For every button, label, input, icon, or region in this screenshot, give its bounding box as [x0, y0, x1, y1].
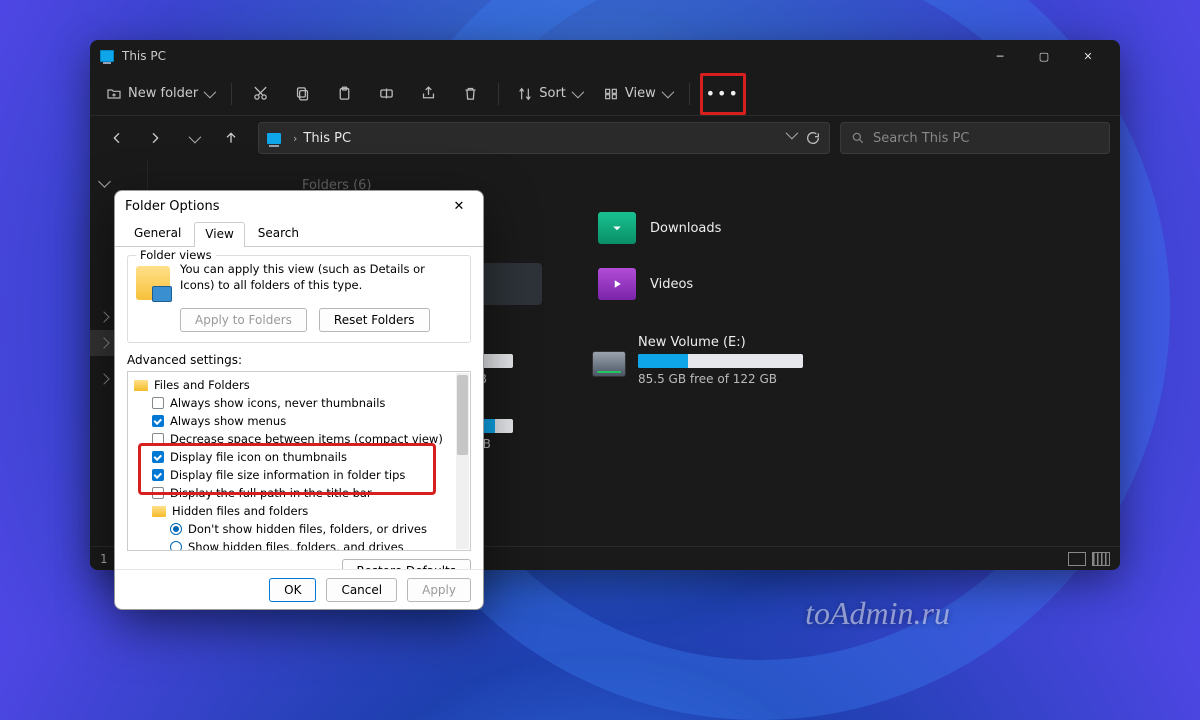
recent-button[interactable]	[176, 121, 210, 155]
reset-folders-button[interactable]: Reset Folders	[319, 308, 430, 332]
breadcrumb[interactable]: This PC	[303, 131, 351, 146]
tree-item-always-icons[interactable]: Always show icons, never thumbnails	[134, 394, 464, 412]
drive-item[interactable]: New Volume (E:) 85.5 GB free of 122 GB	[592, 335, 832, 386]
dialog-tabs: General View Search	[115, 221, 483, 247]
tree-item-always-menus[interactable]: Always show menus	[134, 412, 464, 430]
folder-icon	[152, 506, 166, 517]
restore-defaults-button[interactable]: Restore Defaults	[342, 559, 471, 569]
item-count: 1	[100, 552, 108, 566]
chevron-down-icon	[204, 86, 217, 99]
forward-button[interactable]	[138, 121, 172, 155]
view-label: View	[625, 86, 656, 101]
paste-button[interactable]	[326, 78, 362, 110]
sort-button[interactable]: Sort	[509, 78, 589, 110]
folder-options-dialog: Folder Options ✕ General View Search Fol…	[114, 190, 484, 610]
details-view-button[interactable]	[1068, 552, 1086, 566]
new-folder-button[interactable]: New folder	[98, 78, 221, 110]
minimize-button[interactable]: ─	[978, 41, 1022, 71]
search-box[interactable]: Search This PC	[840, 122, 1110, 154]
drive-usage-bar	[638, 354, 803, 368]
dialog-titlebar: Folder Options ✕	[115, 191, 483, 221]
folder-icon	[134, 380, 148, 391]
advanced-settings-tree[interactable]: Files and Folders Always show icons, nev…	[127, 371, 471, 551]
advanced-settings-label: Advanced settings:	[127, 353, 471, 367]
rename-button[interactable]	[368, 78, 404, 110]
vid-folder-icon	[598, 268, 636, 300]
this-pc-icon	[267, 133, 281, 144]
share-button[interactable]	[410, 78, 446, 110]
chevron-right-icon: ›	[293, 132, 297, 145]
cancel-button[interactable]: Cancel	[326, 578, 397, 602]
dialog-close-button[interactable]: ✕	[445, 194, 473, 218]
cut-button[interactable]	[242, 78, 278, 110]
chevron-down-icon[interactable]	[786, 127, 799, 140]
delete-button[interactable]	[452, 78, 488, 110]
folder-views-label: Folder views	[136, 248, 216, 262]
search-placeholder: Search This PC	[873, 131, 969, 146]
chevron-down-icon	[571, 86, 584, 99]
command-bar: New folder Sort View •••	[90, 72, 1120, 116]
maximize-button[interactable]: ▢	[1022, 41, 1066, 71]
tree-item-display-full-path[interactable]: Display the full path in the title bar	[134, 484, 464, 502]
folder-label: Videos	[650, 277, 693, 292]
more-highlight: •••	[700, 73, 746, 115]
new-folder-label: New folder	[128, 86, 198, 101]
tab-general[interactable]: General	[123, 221, 192, 246]
radio-dont-show-hidden[interactable]: Don't show hidden files, folders, or dri…	[134, 520, 464, 538]
folder-label: Downloads	[650, 221, 721, 236]
folder-item-dl[interactable]: Downloads	[592, 207, 832, 249]
tree-group: Files and Folders	[154, 378, 250, 392]
apply-button[interactable]: Apply	[407, 578, 471, 602]
see-more-button[interactable]: •••	[705, 78, 741, 110]
tree-item-display-size-tips[interactable]: Display file size information in folder …	[134, 466, 464, 484]
nav-row: › This PC Search This PC	[90, 116, 1120, 160]
tab-search[interactable]: Search	[247, 221, 310, 246]
sort-label: Sort	[539, 86, 566, 101]
chevron-down-icon	[661, 86, 674, 99]
back-button[interactable]	[100, 121, 134, 155]
folder-views-text: You can apply this view (such as Details…	[180, 262, 462, 293]
apply-to-folders-button[interactable]: Apply to Folders	[180, 308, 307, 332]
drive-free-text: 85.5 GB free of 122 GB	[638, 372, 832, 386]
refresh-icon[interactable]	[805, 130, 821, 146]
folder-views-group: Folder views You can apply this view (su…	[127, 255, 471, 343]
address-bar[interactable]: › This PC	[258, 122, 830, 154]
up-button[interactable]	[214, 121, 248, 155]
tab-view[interactable]: View	[194, 222, 244, 247]
search-icon	[851, 131, 865, 145]
dialog-title: Folder Options	[125, 199, 219, 214]
window-title: This PC	[122, 49, 166, 63]
folder-item-vid[interactable]: Videos	[592, 263, 832, 305]
scrollbar-thumb[interactable]	[457, 375, 468, 455]
drive-icon	[592, 351, 626, 377]
this-pc-icon	[100, 50, 114, 62]
radio-show-hidden[interactable]: Show hidden files, folders, and drives	[134, 538, 464, 551]
folder-views-icon	[136, 266, 170, 300]
tiles-view-button[interactable]	[1092, 552, 1110, 566]
scrollbar[interactable]	[456, 373, 469, 549]
drive-name: New Volume (E:)	[638, 335, 832, 350]
titlebar: This PC ─ ▢ ✕	[90, 40, 1120, 72]
close-button[interactable]: ✕	[1066, 41, 1110, 71]
tree-item-display-file-icon[interactable]: Display file icon on thumbnails	[134, 448, 464, 466]
dl-folder-icon	[598, 212, 636, 244]
copy-button[interactable]	[284, 78, 320, 110]
tree-item-decrease-space[interactable]: Decrease space between items (compact vi…	[134, 430, 464, 448]
ok-button[interactable]: OK	[269, 578, 316, 602]
view-button[interactable]: View	[595, 78, 679, 110]
tree-group-hidden: Hidden files and folders	[172, 504, 308, 518]
